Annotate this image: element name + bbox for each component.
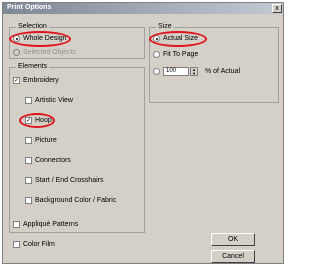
hoop-label: Hoop	[35, 117, 52, 124]
percent-input[interactable]: 100	[163, 67, 189, 76]
actual-size-label: Actual Size	[163, 35, 199, 42]
picture-option[interactable]: Picture	[25, 137, 57, 144]
selected-objects-radio	[13, 49, 20, 56]
whole-design-label: Whole Design	[23, 35, 67, 42]
percent-radio[interactable]	[153, 68, 160, 75]
background-option[interactable]: Background Color / Fabric	[25, 197, 116, 204]
fit-to-page-option[interactable]: Fit To Page	[153, 51, 198, 58]
percent-option[interactable]: 100 ▲ ▼ % of Actual	[153, 67, 240, 76]
applique-option[interactable]: Appliqué Patterns	[13, 221, 78, 228]
embroidery-checkbox[interactable]: ✓	[13, 77, 20, 84]
color-film-checkbox[interactable]	[13, 241, 20, 248]
artistic-view-label: Artistic View	[35, 97, 73, 104]
connectors-option[interactable]: Connectors	[25, 157, 71, 164]
background-checkbox[interactable]	[25, 197, 32, 204]
color-film-option[interactable]: Color Film	[13, 241, 55, 248]
fit-to-page-radio[interactable]	[153, 51, 160, 58]
applique-checkbox[interactable]	[13, 221, 20, 228]
hoop-option[interactable]: ✓ Hoop	[25, 117, 52, 124]
size-legend: Size	[156, 23, 174, 30]
print-options-dialog: Print Options x Selection Whole Design S…	[2, 2, 284, 264]
crosshairs-checkbox[interactable]	[25, 177, 32, 184]
embroidery-label: Embroidery	[23, 77, 59, 84]
artistic-view-option[interactable]: Artistic View	[25, 97, 73, 104]
selected-objects-label: Selected Objects	[23, 49, 76, 56]
percent-spinner[interactable]: ▲ ▼	[190, 67, 198, 76]
title-bar: Print Options x	[3, 3, 283, 14]
picture-checkbox[interactable]	[25, 137, 32, 144]
elements-group: Elements	[9, 63, 145, 233]
color-film-label: Color Film	[23, 241, 55, 248]
connectors-label: Connectors	[35, 157, 71, 164]
whole-design-option[interactable]: Whole Design	[13, 35, 67, 42]
fit-to-page-label: Fit To Page	[163, 51, 199, 58]
crosshairs-label: Start / End Crosshairs	[35, 177, 104, 184]
percent-label: % of Actual	[205, 68, 241, 75]
close-button[interactable]: x	[272, 4, 282, 13]
embroidery-option[interactable]: ✓ Embroidery	[13, 77, 59, 84]
applique-label: Appliqué Patterns	[23, 221, 79, 228]
hoop-checkbox[interactable]: ✓	[25, 117, 32, 124]
actual-size-option[interactable]: Actual Size	[153, 35, 198, 42]
artistic-view-checkbox[interactable]	[25, 97, 32, 104]
background-label: Background Color / Fabric	[35, 197, 117, 204]
picture-label: Picture	[35, 137, 57, 144]
selection-legend: Selection	[16, 23, 49, 30]
actual-size-radio[interactable]	[153, 35, 160, 42]
whole-design-radio[interactable]	[13, 35, 20, 42]
selected-objects-option: Selected Objects	[13, 49, 76, 56]
cancel-button[interactable]: Cancel	[211, 250, 255, 263]
ok-button[interactable]: OK	[211, 233, 255, 246]
elements-legend: Elements	[16, 63, 50, 70]
connectors-checkbox[interactable]	[25, 157, 32, 164]
dialog-title: Print Options	[7, 4, 52, 11]
crosshairs-option[interactable]: Start / End Crosshairs	[25, 177, 103, 184]
